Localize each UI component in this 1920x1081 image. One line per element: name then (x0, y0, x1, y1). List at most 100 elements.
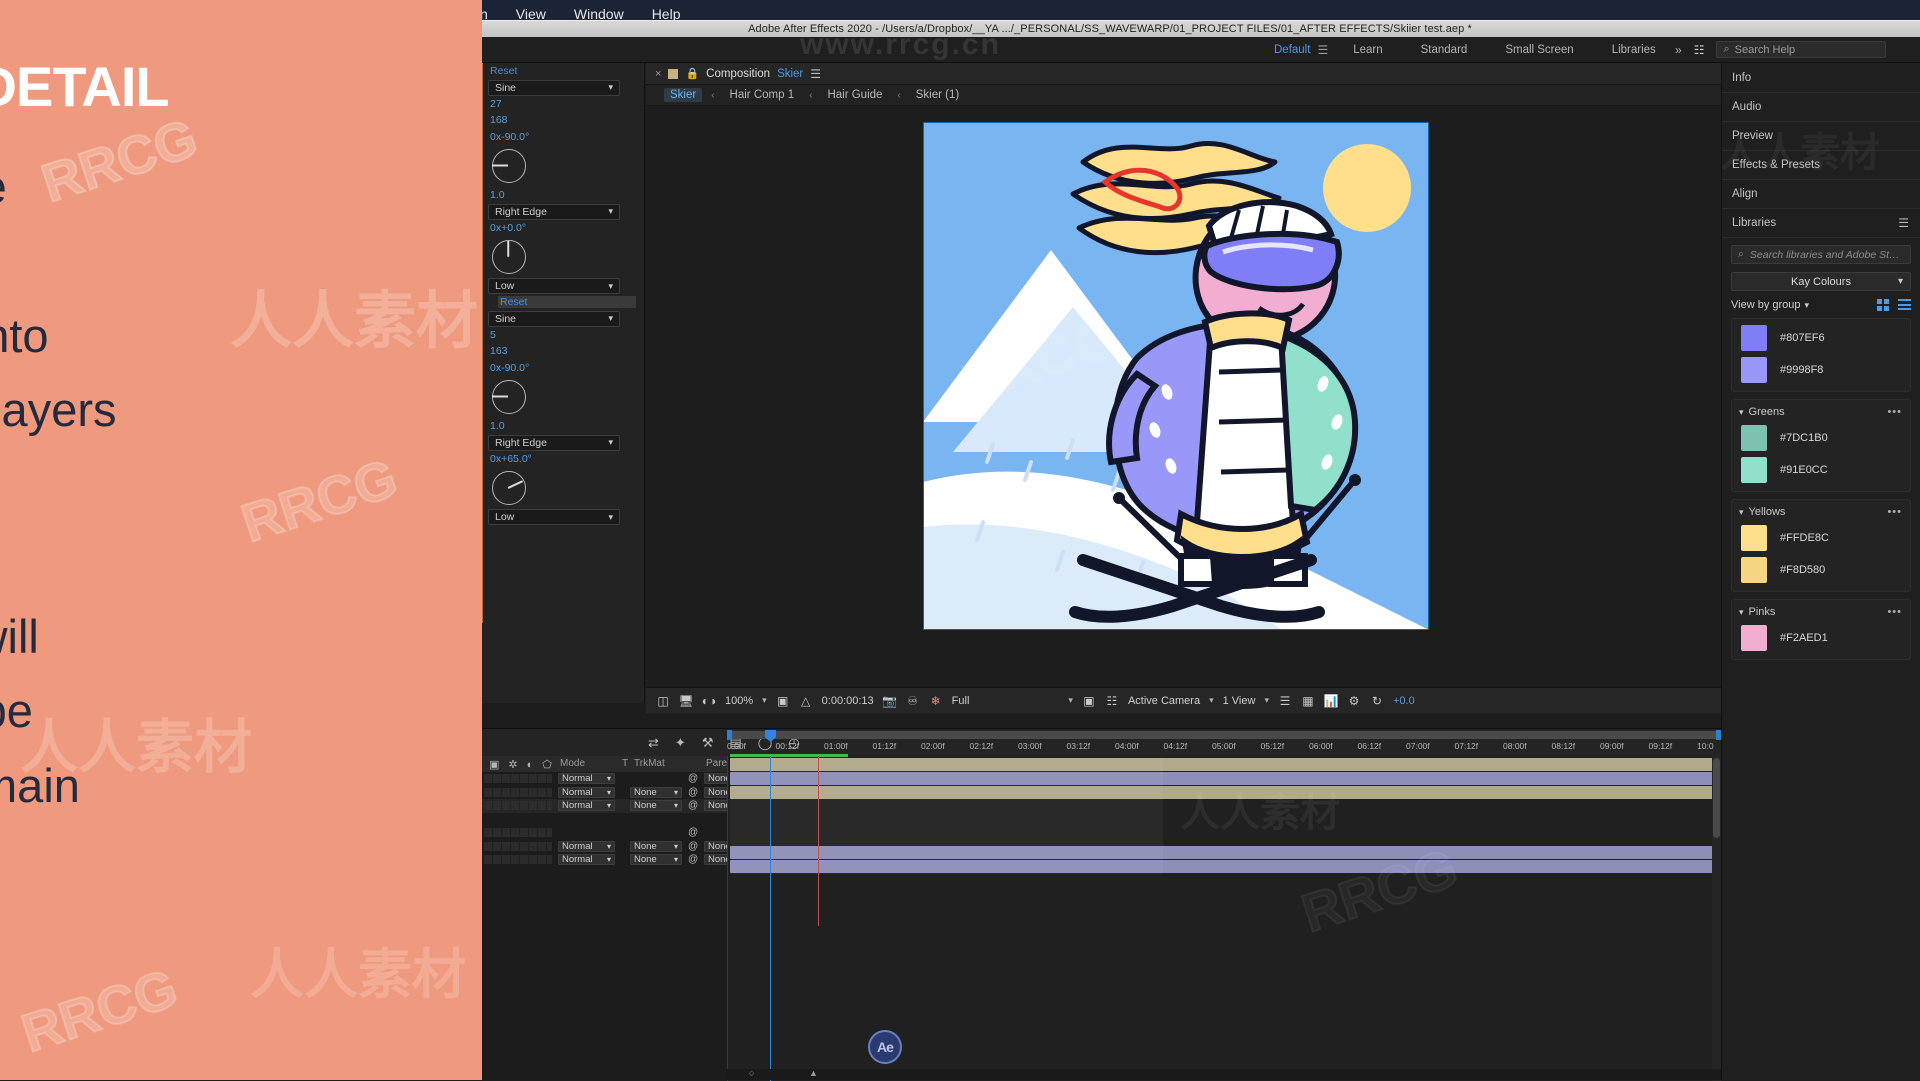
track-matte-dropdown[interactable]: None ▾ (630, 840, 682, 852)
breadcrumb-item-skier[interactable]: Skier (664, 88, 703, 102)
library-group-header[interactable]: ▾ Pinks ••• (1732, 603, 1910, 622)
new-composition-icon[interactable]: ✦ (675, 735, 686, 751)
color-swatch[interactable] (1741, 357, 1767, 383)
workspace-standard[interactable]: Standard (1402, 44, 1487, 56)
timeline-scrollbar[interactable] (1712, 756, 1721, 1081)
list-view-icon[interactable] (1898, 299, 1911, 310)
chevron-down-icon[interactable]: ▾ (1805, 300, 1810, 311)
angle-dial-5[interactable] (492, 149, 526, 183)
effect-value-4[interactable]: 0x-90.0° (480, 129, 644, 146)
effect-value-3[interactable]: 168 (480, 112, 644, 129)
blend-mode-dropdown[interactable]: Normal ▾ (558, 773, 615, 785)
timeline-lock-icon[interactable]: ☰ (1278, 694, 1292, 708)
graph-icon[interactable]: 📊 (1324, 694, 1339, 708)
effect-dropdown-18[interactable]: Right Edge ▾ (488, 434, 620, 451)
effect-reset-link-0[interactable]: Reset (480, 63, 644, 80)
region-of-interest-icon[interactable]: ▣ (776, 694, 790, 708)
reset-exposure-icon[interactable]: ↻ (1370, 694, 1384, 708)
effect-dropdown-12[interactable]: Sine ▾ (488, 310, 620, 327)
chevron-down-icon[interactable]: ▾ (674, 801, 678, 810)
chevron-down-icon[interactable]: ▾ (608, 82, 613, 93)
channels-icon[interactable]: ❄ (929, 694, 943, 708)
chevron-down-icon[interactable]: ▾ (608, 437, 613, 448)
layer-switches[interactable] (484, 828, 552, 837)
layer-switches[interactable] (484, 855, 552, 864)
swatch-row[interactable]: #807EF6 (1732, 322, 1910, 354)
chevron-down-icon[interactable]: ▾ (608, 313, 613, 324)
group-menu-icon[interactable]: ••• (1887, 406, 1902, 418)
timeline-scrollbar-thumb[interactable] (1713, 758, 1720, 838)
pick-whip-icon[interactable]: @ (688, 787, 698, 798)
toggle-mask-icon[interactable]: ☷ (1105, 694, 1119, 708)
group-menu-icon[interactable]: ••• (1887, 606, 1902, 618)
workspace-small-screen[interactable]: Small Screen (1486, 44, 1592, 56)
swatch-row[interactable]: #F2AED1 (1732, 622, 1910, 654)
effect-value-14[interactable]: 163 (480, 343, 644, 360)
pick-whip-icon[interactable]: @ (688, 841, 698, 852)
effect-value-2[interactable]: 27 (480, 96, 644, 113)
blend-mode-dropdown[interactable]: Normal ▾ (558, 800, 615, 812)
resolution-value[interactable]: Full (952, 695, 970, 707)
timeline-ruler[interactable]: 0:00f 00:12f 01:00f 01:12f 02:00f 02:12f 03:00… (727, 729, 1721, 756)
panel-menu-icon[interactable]: ☰ (810, 67, 821, 81)
workspace-libraries[interactable]: Libraries (1593, 44, 1675, 56)
zoom-level[interactable]: 100% (725, 695, 753, 707)
zoom-out-icon[interactable]: ○ (749, 1068, 754, 1078)
layer-settings-icon[interactable]: ⚒ (702, 735, 714, 751)
chevron-down-icon[interactable]: ▾ (608, 512, 613, 523)
color-swatch[interactable] (1741, 457, 1767, 483)
work-area-end-handle[interactable] (1716, 730, 1721, 740)
mask-icon[interactable]: ▣ (1082, 694, 1096, 708)
layer-switches[interactable] (484, 787, 552, 797)
workspace-learn[interactable]: Learn (1334, 44, 1401, 56)
comp-canvas[interactable] (922, 121, 1430, 631)
search-layers-icon[interactable]: ⇄ (648, 735, 659, 751)
grid-view-icon[interactable] (1877, 299, 1889, 311)
library-selector[interactable]: Kay Colours ▾ (1731, 272, 1911, 291)
view-by-group-toggle[interactable]: View by group ▾ (1731, 299, 1809, 311)
magnification-icon[interactable]: ◫ (656, 694, 670, 708)
search-help-input[interactable]: ⌕ Search Help (1716, 41, 1887, 58)
color-swatch[interactable] (1741, 425, 1767, 451)
lock-icon[interactable]: 🔒 (685, 67, 699, 80)
zoom-chevron-down-icon[interactable]: ▾ (762, 695, 767, 706)
chevron-down-icon[interactable]: ▾ (674, 788, 678, 797)
libraries-search-input[interactable]: ⌕ Search libraries and Adobe St… (1731, 245, 1911, 264)
color-swatch[interactable] (1741, 325, 1767, 351)
layer-switches[interactable] (484, 801, 552, 810)
chevron-down-icon[interactable]: ▾ (1739, 507, 1744, 518)
color-swatch[interactable] (1741, 525, 1767, 551)
monitor-icon[interactable]: 🖥 (678, 694, 693, 708)
breadcrumb-item-hair-guide[interactable]: Hair Guide (821, 88, 888, 102)
effect-dropdown-1[interactable]: Sine ▾ (488, 79, 620, 96)
swatch-row[interactable]: #7DC1B0 (1732, 422, 1910, 454)
chevron-down-icon[interactable]: ▾ (674, 855, 678, 864)
snapshot-icon[interactable]: 📷 (882, 694, 897, 708)
show-snapshot-icon[interactable]: ♾ (906, 694, 920, 708)
swatch-row[interactable]: #F8D580 (1732, 554, 1910, 586)
chevron-down-icon[interactable]: ▾ (674, 842, 678, 851)
workspace-menu-icon[interactable]: ☰ (1317, 43, 1328, 57)
angle-dial-16[interactable] (492, 380, 526, 414)
panel-libraries[interactable]: Libraries ☰ (1722, 209, 1920, 238)
work-area-start-handle[interactable] (727, 730, 732, 740)
workspace-layout-icon[interactable]: ☷ (1694, 43, 1705, 57)
breadcrumb-item-skier-1[interactable]: Skier (1) (910, 88, 965, 102)
pick-whip-icon[interactable]: @ (688, 827, 698, 838)
pick-whip-icon[interactable]: @ (688, 800, 698, 811)
effect-value-17[interactable]: 1.0 (480, 418, 644, 435)
motion-blur-icon[interactable]: ◐ (527, 759, 534, 771)
resolution-chevron-down-icon[interactable]: ▾ (1068, 695, 1073, 706)
views-chevron-down-icon[interactable]: ▾ (1264, 695, 1269, 706)
chevron-down-icon[interactable]: ▾ (607, 801, 611, 810)
blend-mode-dropdown[interactable]: Normal ▾ (558, 786, 615, 798)
track-matte-dropdown[interactable]: None ▾ (630, 800, 682, 812)
swatch-row[interactable]: #FFDE8C (1732, 522, 1910, 554)
effect-value-8[interactable]: 0x+0.0° (480, 220, 644, 237)
chevron-down-icon[interactable]: ▾ (1898, 276, 1903, 287)
render-icon[interactable]: ▦ (1301, 694, 1315, 708)
library-group-header[interactable]: ▾ Greens ••• (1732, 403, 1910, 422)
angle-dial-20[interactable] (492, 471, 526, 505)
swatch-row[interactable]: #91E0CC (1732, 454, 1910, 486)
effect-value-19[interactable]: 0x+65.0° (480, 451, 644, 468)
